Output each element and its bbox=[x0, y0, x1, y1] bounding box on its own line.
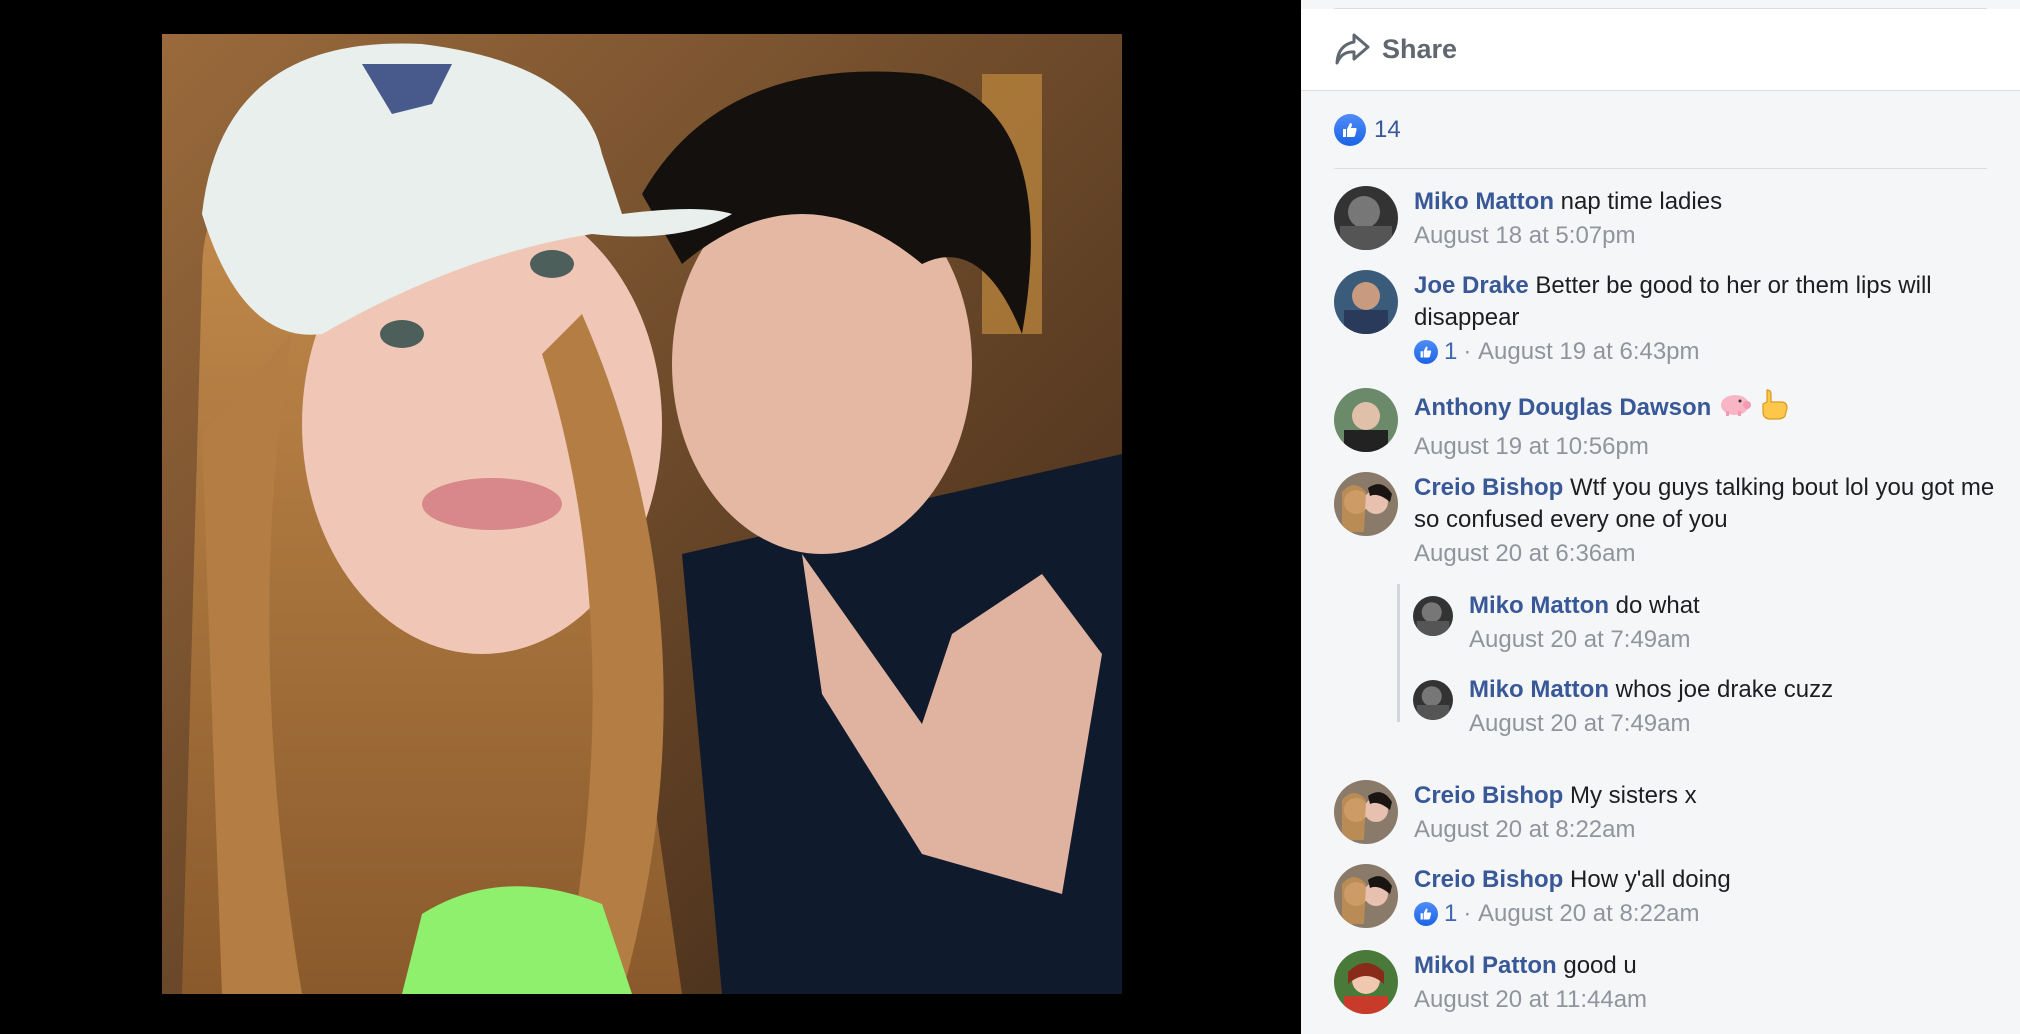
photo-viewer-stage bbox=[0, 0, 1301, 1034]
reply-thread-line bbox=[1397, 584, 1400, 722]
comment-author[interactable]: Miko Matton bbox=[1469, 676, 1609, 703]
comment-author[interactable]: Joe Drake bbox=[1414, 272, 1529, 299]
comment: Anthony Douglas Dawson August 19 at 10:5… bbox=[1334, 388, 2000, 465]
comment-text: do what bbox=[1615, 592, 1700, 619]
comment-reply: Miko Matton do what August 20 at 7:49am bbox=[1413, 590, 2000, 658]
avatar[interactable] bbox=[1334, 864, 1398, 928]
action-bar: Share bbox=[1301, 9, 2020, 91]
comment: Mikol Patton good u August 20 at 11:44am bbox=[1334, 950, 2000, 1018]
share-button[interactable]: Share bbox=[1334, 29, 1457, 69]
comment-author[interactable]: Anthony Douglas Dawson bbox=[1414, 394, 1711, 421]
avatar[interactable] bbox=[1334, 388, 1398, 452]
comment-timestamp[interactable]: August 19 at 6:43pm bbox=[1478, 334, 1699, 370]
comment-author[interactable]: Creio Bishop bbox=[1414, 782, 1563, 809]
reaction-count: 14 bbox=[1374, 116, 1401, 143]
share-icon bbox=[1335, 33, 1370, 65]
comment: Creio Bishop My sisters x August 20 at 8… bbox=[1334, 780, 2000, 848]
comment-timestamp[interactable]: August 20 at 11:44am bbox=[1414, 982, 1647, 1018]
comment-author[interactable]: Miko Matton bbox=[1469, 592, 1609, 619]
avatar[interactable] bbox=[1413, 596, 1453, 636]
selfie-photo-illustration bbox=[162, 34, 1122, 994]
comment-likes[interactable]: 1 bbox=[1414, 896, 1457, 932]
avatar[interactable] bbox=[1334, 950, 1398, 1014]
share-label: Share bbox=[1382, 33, 1458, 64]
comment: Creio Bishop How y'all doing 1 · August … bbox=[1334, 864, 2000, 932]
avatar[interactable] bbox=[1413, 680, 1453, 720]
comment-likes[interactable]: 1 bbox=[1414, 334, 1457, 370]
pointing-hand-emoji bbox=[1759, 388, 1789, 429]
comment-timestamp[interactable]: August 18 at 5:07pm bbox=[1414, 218, 1635, 254]
comment: Miko Matton nap time ladies August 18 at… bbox=[1334, 186, 2000, 254]
comment-timestamp[interactable]: August 20 at 8:22am bbox=[1478, 896, 1699, 932]
like-icon bbox=[1414, 340, 1438, 364]
post-photo[interactable] bbox=[162, 34, 1122, 994]
divider bbox=[1334, 168, 1987, 169]
comment: Creio Bishop Wtf you guys talking bout l… bbox=[1334, 472, 2000, 572]
comment-timestamp[interactable]: August 19 at 10:56pm bbox=[1414, 429, 1649, 465]
comment-text: good u bbox=[1563, 952, 1637, 979]
like-icon bbox=[1334, 114, 1366, 146]
comment-like-count: 1 bbox=[1444, 900, 1458, 927]
comment-text: whos joe drake cuzz bbox=[1615, 676, 1834, 703]
avatar[interactable] bbox=[1334, 270, 1398, 334]
comment-text: How y'all doing bbox=[1570, 866, 1731, 893]
comment-timestamp[interactable]: August 20 at 7:49am bbox=[1469, 706, 1690, 742]
comment-like-count: 1 bbox=[1444, 338, 1458, 365]
comment-author[interactable]: Miko Matton bbox=[1414, 188, 1554, 215]
comment-timestamp[interactable]: August 20 at 6:36am bbox=[1414, 536, 1635, 572]
comment-text: nap time ladies bbox=[1560, 188, 1723, 215]
comments-panel: Share 14 Miko Matton nap time ladies Aug… bbox=[1301, 0, 2020, 1034]
comment-author[interactable]: Creio Bishop bbox=[1414, 474, 1563, 501]
reactions-summary[interactable]: 14 bbox=[1334, 112, 1401, 148]
comment-text: My sisters x bbox=[1570, 782, 1697, 809]
comment-timestamp[interactable]: August 20 at 7:49am bbox=[1469, 622, 1690, 658]
meta-separator: · bbox=[1463, 900, 1479, 927]
comment-author[interactable]: Creio Bishop bbox=[1414, 866, 1563, 893]
like-icon bbox=[1414, 902, 1438, 926]
comment: Joe Drake Better be good to her or them … bbox=[1334, 270, 2000, 370]
avatar[interactable] bbox=[1334, 780, 1398, 844]
comment-timestamp[interactable]: August 20 at 8:22am bbox=[1414, 812, 1635, 848]
avatar[interactable] bbox=[1334, 186, 1398, 250]
avatar[interactable] bbox=[1334, 472, 1398, 536]
comment-reply: Miko Matton whos joe drake cuzz August 2… bbox=[1413, 674, 2000, 742]
comment-author[interactable]: Mikol Patton bbox=[1414, 952, 1557, 979]
meta-separator: · bbox=[1463, 338, 1479, 365]
pig-emoji bbox=[1718, 391, 1752, 426]
